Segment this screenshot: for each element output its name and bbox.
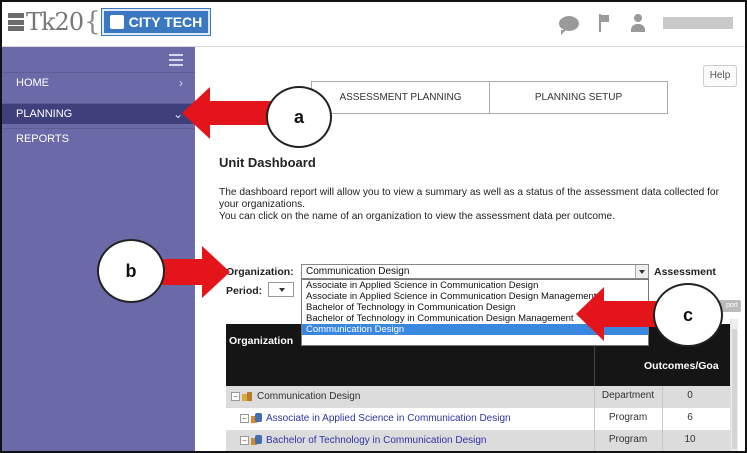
column-header-outcomes[interactable]: Outcomes/Goa [644,360,719,372]
description-line: The dashboard report will allow you to v… [219,187,719,198]
organization-name[interactable]: Communication Design [257,391,360,402]
screenshot-frame: Tk20 { CITY TECH HOME › PLANNING ⌄ REPOR… [0,0,747,453]
organization-select-value: Communication Design [306,266,410,277]
table-scrollbar[interactable] [730,319,738,451]
sidebar-item-reports[interactable]: REPORTS [2,128,195,149]
help-button[interactable]: Help [703,65,737,87]
cell-divider [594,430,595,451]
collapse-icon[interactable]: − [231,392,240,401]
organization-link[interactable]: Associate in Applied Science in Communic… [266,413,511,424]
page-description: The dashboard report will allow you to v… [219,187,745,223]
organization-label: Organization: [226,266,294,278]
header-icons [559,14,733,35]
description-line: your organizations. [219,199,306,210]
callout-arrow-a [182,87,274,139]
table-row: − Associate in Applied Science in Commun… [226,408,730,430]
chat-icon[interactable] [559,15,579,35]
logo-bars-icon [8,13,24,31]
tk20-logo[interactable]: Tk20 { CITY TECH [8,7,212,37]
chevron-down-icon[interactable] [635,265,648,278]
callout-b: b [97,239,165,303]
user-icon[interactable] [629,14,647,32]
organization-type: Program [608,434,648,445]
row-name-cell: − Associate in Applied Science in Commun… [240,413,511,424]
callout-arrow-b [162,246,230,298]
collapse-icon[interactable]: − [240,414,249,423]
cell-divider [662,386,663,408]
program-icon [251,413,262,424]
department-icon [242,392,253,401]
city-tech-badge-text: CITY TECH [128,14,203,30]
assessment-label: Assessment [654,266,716,278]
period-label: Period: [226,285,263,297]
organization-type: Program [608,412,648,423]
row-name-cell: − Communication Design [231,391,360,402]
table-row: − Bachelor of Technology in Communicatio… [226,430,730,451]
outcomes-count: 6 [687,412,693,423]
description-line: You can click on the name of an organiza… [219,211,616,222]
collapse-icon[interactable]: − [240,436,249,445]
cell-divider [594,386,595,408]
top-header: Tk20 { CITY TECH [2,2,745,47]
organization-select[interactable]: Communication Design [301,264,649,279]
table-row: − Communication Design Department 0 [226,386,730,408]
cell-divider [662,430,663,451]
organization-type: Department [601,390,655,401]
cell-divider [594,408,595,430]
city-tech-seal-icon [109,15,124,29]
planning-tabs: ASSESSMENT PLANNING PLANNING SETUP [311,81,668,114]
sidebar-item-home[interactable]: HOME › [2,72,195,93]
menu-icon[interactable] [169,54,183,66]
sidebar-item-label: PLANNING [16,108,73,120]
sidebar-item-label: REPORTS [16,133,69,145]
page-title: Unit Dashboard [219,155,316,170]
outcomes-count: 10 [684,434,696,445]
sidebar-item-planning[interactable]: PLANNING ⌄ [2,103,195,124]
callout-a: a [266,86,332,148]
outcomes-count: 0 [687,390,693,401]
city-tech-badge: CITY TECH [100,8,212,36]
logo-brace: { [84,7,101,37]
tab-assessment-planning[interactable]: ASSESSMENT PLANNING [312,82,489,113]
scrollbar-thumb[interactable] [732,329,737,449]
flag-icon[interactable] [595,14,613,32]
tab-planning-setup[interactable]: PLANNING SETUP [489,82,667,113]
period-select[interactable] [268,282,294,297]
row-name-cell: − Bachelor of Technology in Communicatio… [240,435,487,446]
user-name-redacted[interactable] [663,17,733,29]
program-icon [251,435,262,446]
column-header-organization[interactable]: Organization [229,335,293,347]
sidebar-item-label: HOME [16,77,49,89]
callout-c: c [653,283,723,347]
organization-link[interactable]: Bachelor of Technology in Communication … [266,435,487,446]
logo-text: Tk20 [26,8,84,36]
cell-divider [662,408,663,430]
